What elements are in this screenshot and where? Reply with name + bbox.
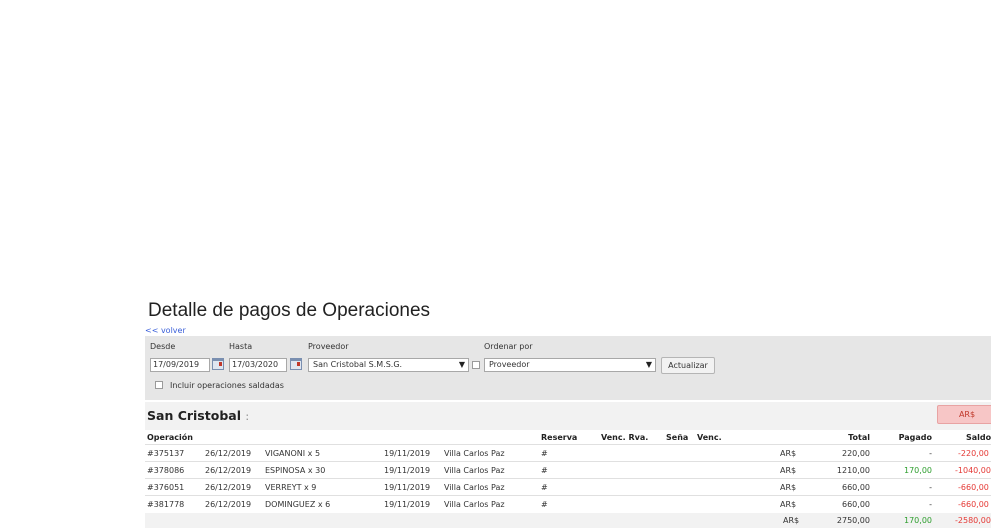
hasta-label: Hasta	[229, 342, 253, 351]
row-pasajero: VERREYT x 9	[265, 483, 317, 492]
row-fecha: 26/12/2019	[205, 483, 252, 492]
hasta-date-field[interactable]: 17/03/2020	[229, 358, 287, 372]
proveedor-checkbox[interactable]	[472, 361, 480, 369]
desde-calendar-icon[interactable]	[212, 358, 224, 370]
row-pagado: -	[929, 449, 932, 458]
row-fecha: 26/12/2019	[205, 466, 252, 475]
divider	[145, 444, 991, 445]
row-saldo: -1040,00	[955, 466, 991, 475]
row-moneda: AR$	[780, 449, 797, 458]
filter-panel: Desde 17/09/2019 Hasta 17/03/2020 Provee…	[145, 336, 991, 400]
row-operacion[interactable]: #376051	[147, 483, 184, 492]
row-pagado: -	[929, 500, 932, 509]
group-title: San Cristobal :	[147, 408, 250, 423]
row-total: 220,00	[842, 449, 870, 458]
col-venc: Venc.	[697, 433, 722, 442]
divider	[145, 495, 991, 496]
row-moneda: AR$	[780, 500, 797, 509]
row-fecha-servicio: 19/11/2019	[384, 449, 431, 458]
col-reserva: Reserva	[541, 433, 578, 442]
back-link[interactable]: << volver	[145, 326, 186, 335]
row-pasajero: VIGANONI x 5	[265, 449, 321, 458]
row-total: 660,00	[842, 483, 870, 492]
row-fecha-servicio: 19/11/2019	[384, 466, 431, 475]
desde-date-field[interactable]: 17/09/2019	[150, 358, 210, 372]
row-reserva[interactable]: #	[541, 449, 548, 458]
row-pasajero: ESPINOSA x 30	[265, 466, 326, 475]
actualizar-button[interactable]: Actualizar	[661, 357, 715, 374]
row-operacion[interactable]: #375137	[147, 449, 184, 458]
row-reserva[interactable]: #	[541, 466, 548, 475]
ordenar-select[interactable]: Proveedor ▼	[484, 358, 656, 372]
ordenar-select-value: Proveedor	[489, 360, 530, 369]
row-fecha: 26/12/2019	[205, 500, 252, 509]
row-destino: Villa Carlos Paz	[444, 500, 505, 509]
row-saldo: -660,00	[958, 483, 989, 492]
row-total: 1210,00	[836, 466, 870, 475]
divider	[145, 478, 991, 479]
incluir-saldadas-label: Incluir operaciones saldadas	[170, 381, 284, 390]
hasta-calendar-icon[interactable]	[290, 358, 302, 370]
totals-moneda: AR$	[783, 516, 800, 525]
totals-total: 2750,00	[836, 516, 870, 525]
proveedor-select[interactable]: San Cristobal S.M.S.G. ▼	[308, 358, 469, 372]
col-saldo: Saldo	[966, 433, 991, 442]
ordenar-label: Ordenar por	[484, 342, 533, 351]
row-reserva[interactable]: #	[541, 483, 548, 492]
row-operacion[interactable]: #378086	[147, 466, 184, 475]
chevron-down-icon: ▼	[458, 360, 465, 369]
totals-saldo: -2580,00	[955, 516, 991, 525]
row-pagado: -	[929, 483, 932, 492]
col-venc-rva: Venc. Rva.	[601, 433, 649, 442]
row-reserva[interactable]: #	[541, 500, 548, 509]
chevron-down-icon: ▼	[645, 360, 652, 369]
row-fecha: 26/12/2019	[205, 449, 252, 458]
row-destino: Villa Carlos Paz	[444, 449, 505, 458]
proveedor-select-value: San Cristobal S.M.S.G.	[313, 360, 403, 369]
row-operacion[interactable]: #381778	[147, 500, 184, 509]
col-pagado: Pagado	[898, 433, 932, 442]
row-moneda: AR$	[780, 483, 797, 492]
row-pasajero: DOMINGUEZ x 6	[265, 500, 331, 509]
page-title: Detalle de pagos de Operaciones	[148, 300, 431, 321]
row-saldo: -220,00	[958, 449, 989, 458]
row-pagado: 170,00	[904, 466, 932, 475]
group-header: San Cristobal : AR$	[145, 402, 991, 430]
incluir-saldadas-checkbox[interactable]	[155, 381, 163, 389]
row-destino: Villa Carlos Paz	[444, 466, 505, 475]
col-operacion: Operación	[147, 433, 193, 442]
totals-pagado: 170,00	[904, 516, 932, 525]
row-moneda: AR$	[780, 466, 797, 475]
row-total: 660,00	[842, 500, 870, 509]
divider	[145, 461, 991, 462]
desde-label: Desde	[150, 342, 176, 351]
row-fecha-servicio: 19/11/2019	[384, 483, 431, 492]
row-saldo: -660,00	[958, 500, 989, 509]
col-sena: Seña	[666, 433, 689, 442]
proveedor-label: Proveedor	[308, 342, 349, 351]
row-fecha-servicio: 19/11/2019	[384, 500, 431, 509]
row-destino: Villa Carlos Paz	[444, 483, 505, 492]
currency-badge[interactable]: AR$	[937, 405, 991, 424]
col-total: Total	[848, 433, 870, 442]
